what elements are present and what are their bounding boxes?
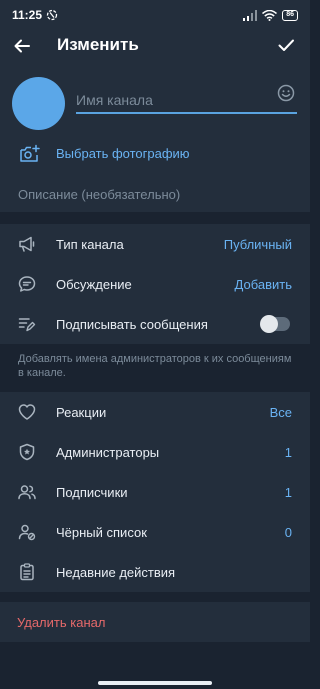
clipboard-list-icon <box>17 562 37 582</box>
sign-messages-hint: Добавлять имена администраторов к их соо… <box>18 353 292 379</box>
user-blocked-icon <box>17 522 37 542</box>
shield-star-icon <box>17 442 37 462</box>
sign-messages-label: Подписывать сообщения <box>56 316 208 332</box>
discussion-label: Обсуждение <box>56 276 132 292</box>
heart-icon <box>17 402 37 422</box>
sign-messages-row[interactable]: Подписывать сообщения <box>0 304 310 344</box>
subscribers-count: 1 <box>284 484 292 500</box>
checkmark-icon[interactable] <box>276 35 296 55</box>
management-section: Реакции Все Администраторы 1 Подписчики … <box>0 392 310 592</box>
channel-avatar[interactable] <box>12 77 65 130</box>
reactions-label: Реакции <box>56 404 107 420</box>
signal-icon <box>243 9 258 21</box>
subscribers-label: Подписчики <box>56 484 128 500</box>
camera-add-icon[interactable] <box>19 143 41 165</box>
wifi-icon <box>262 9 278 21</box>
reactions-row[interactable]: Реакции Все <box>0 392 310 432</box>
recent-actions-row[interactable]: Недавние действия <box>0 552 310 592</box>
chat-bubble-icon <box>17 274 37 294</box>
megaphone-icon <box>17 234 37 254</box>
battery-indicator: 86 <box>282 9 298 21</box>
home-indicator[interactable] <box>98 681 212 685</box>
channel-type-label: Тип канала <box>56 236 124 252</box>
channel-name-input[interactable] <box>76 88 297 114</box>
emoji-icon[interactable] <box>277 84 295 102</box>
discussion-row[interactable]: Обсуждение Добавить <box>0 264 310 304</box>
channel-type-value: Публичный <box>223 236 292 252</box>
delete-channel-button[interactable]: Удалить канал <box>17 615 105 630</box>
admins-label: Администраторы <box>56 444 160 460</box>
subscribers-row[interactable]: Подписчики 1 <box>0 472 310 512</box>
admins-row[interactable]: Администраторы 1 <box>0 432 310 472</box>
recent-actions-label: Недавние действия <box>56 564 176 580</box>
toggle-knob <box>260 315 278 333</box>
app-bar: Изменить <box>0 30 310 62</box>
description-field[interactable]: Описание (необязательно) <box>18 187 180 202</box>
choose-photo-link[interactable]: Выбрать фотографию <box>56 146 190 161</box>
discussion-value: Добавить <box>234 276 292 292</box>
data-saver-icon <box>46 9 58 21</box>
page-title: Изменить <box>57 35 139 54</box>
channel-type-row[interactable]: Тип канала Публичный <box>0 224 310 264</box>
sign-messages-toggle[interactable] <box>260 315 290 333</box>
back-arrow-icon[interactable] <box>12 36 32 56</box>
admins-count: 1 <box>284 444 292 460</box>
reactions-value: Все <box>269 404 292 420</box>
channel-settings-section: Тип канала Публичный Обсуждение Добавить… <box>0 224 310 344</box>
status-bar: 11:25 86 <box>0 0 310 30</box>
blacklist-count: 0 <box>284 524 292 540</box>
signature-icon <box>17 314 37 334</box>
blacklist-label: Чёрный список <box>56 524 147 540</box>
status-time: 11:25 <box>12 8 43 22</box>
users-icon <box>17 482 37 502</box>
blacklist-row[interactable]: Чёрный список 0 <box>0 512 310 552</box>
